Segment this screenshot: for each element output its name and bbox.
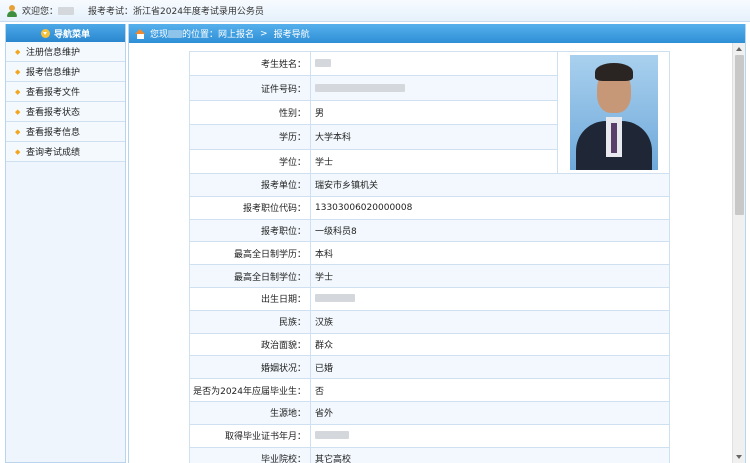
- scroll-thumb[interactable]: [735, 55, 744, 215]
- table-row: 政治面貌： 群众: [189, 332, 670, 357]
- top-bar: 欢迎您： 报考考试：浙江省2024年度考试录用公务员: [0, 0, 750, 22]
- sidebar-item-register-info[interactable]: ◆ 注册信息维护: [6, 42, 125, 62]
- redacted-value: [315, 294, 355, 303]
- welcome-label: 欢迎您：: [22, 7, 59, 17]
- field-value: 学士: [310, 264, 670, 288]
- field-label: 最高全日制学位：: [189, 264, 311, 288]
- bullet-icon: ◆: [15, 88, 21, 96]
- table-row: 生源地： 省外: [189, 400, 670, 425]
- main-panel: 您现 的位置：网上报名 > 报考导航 考生姓名： 证件号码： 性别：男学历： 大学本科…: [128, 24, 746, 463]
- field-value: 省外: [310, 400, 670, 425]
- field-label: 婚姻状况：: [189, 355, 311, 380]
- user-icon: [6, 4, 18, 17]
- redacted-value: [315, 59, 331, 68]
- field-label: 取得毕业证书年月：: [189, 423, 311, 448]
- scroll-up-icon[interactable]: [736, 47, 742, 51]
- field-label: 报考职位代码：: [189, 195, 311, 220]
- field-label: 是否为2024年应届毕业生：: [189, 378, 311, 402]
- sidebar: 导航菜单 ◆ 注册信息维护 ◆ 报考信息维护 ◆ 查看报考文件 ◆ 查看报考状态 ◆ 查看…: [5, 24, 126, 463]
- table-row: 毕业院校： 其它高校: [189, 446, 670, 463]
- field-value: 大学本科: [310, 124, 558, 150]
- field-value: 学士: [310, 148, 558, 175]
- table-row: 考生姓名：: [189, 50, 670, 174]
- photo-cell: [557, 51, 670, 174]
- field-value: [310, 75, 558, 101]
- table-row: 报考职位： 一级科员8: [189, 218, 670, 243]
- field-value: [310, 50, 558, 77]
- field-label: 毕业院校：: [189, 446, 311, 463]
- field-label: 民族：: [189, 309, 311, 334]
- table-row: 是否为2024年应届毕业生：否: [189, 378, 670, 402]
- sidebar-item-view-application[interactable]: ◆ 查看报考信息: [6, 122, 125, 142]
- table-row: 报考单位： 瑞安市乡镇机关: [189, 173, 670, 197]
- redacted-value: [315, 431, 349, 440]
- applicant-info-table: 考生姓名： 证件号码： 性别：男学历： 大学本科 学位： 学士 报考单位： 瑞安市乡镇机关 报考…: [189, 50, 670, 463]
- sidebar-item-application-files[interactable]: ◆ 查看报考文件: [6, 82, 125, 102]
- table-row: 报考职位代码： 13303006020000008: [189, 195, 670, 220]
- field-label: 生源地：: [189, 400, 311, 425]
- exam-label: 报考考试：浙江省2024年度考试录用公务员: [88, 7, 264, 17]
- breadcrumb-current: 报考导航: [273, 30, 310, 40]
- field-label: 学历：: [189, 124, 311, 150]
- field-label: 政治面貌：: [189, 332, 311, 357]
- breadcrumb: 您现 的位置：网上报名 > 报考导航: [129, 24, 745, 43]
- content-area: 考生姓名： 证件号码： 性别：男学历： 大学本科 学位： 学士 报考单位： 瑞安市乡镇机关 报考…: [129, 43, 733, 463]
- field-label: 证件号码：: [189, 75, 311, 101]
- field-label: 学位：: [189, 148, 311, 175]
- field-label: 考生姓名：: [189, 50, 311, 77]
- table-row: 婚姻状况： 已婚: [189, 355, 670, 380]
- scroll-down-icon[interactable]: [736, 455, 742, 459]
- nav-menu-title: 导航菜单: [6, 24, 125, 42]
- field-label: 出生日期：: [189, 286, 311, 311]
- field-value: 一级科员8: [310, 218, 670, 243]
- field-value: 男: [310, 99, 558, 126]
- bullet-icon: ◆: [15, 108, 21, 116]
- field-value: 本科: [310, 241, 670, 266]
- bullet-icon: ◆: [15, 48, 21, 56]
- field-label: 报考职位：: [189, 218, 311, 243]
- table-row: 最高全日制学位： 学士: [189, 264, 670, 288]
- bullet-icon: ◆: [15, 148, 21, 156]
- field-value: 汉族: [310, 309, 670, 334]
- bullet-icon: ◆: [15, 68, 21, 76]
- table-row: 取得毕业证书年月：: [189, 423, 670, 448]
- sidebar-item-application-info[interactable]: ◆ 报考信息维护: [6, 62, 125, 82]
- field-value: [310, 286, 670, 311]
- field-value: [310, 423, 670, 448]
- sidebar-item-application-status[interactable]: ◆ 查看报考状态: [6, 102, 125, 122]
- vertical-scrollbar[interactable]: [732, 43, 745, 463]
- sidebar-item-exam-scores[interactable]: ◆ 查询考试成绩: [6, 142, 125, 162]
- chevron-down-icon: [40, 28, 50, 38]
- table-row: 最高全日制学历： 本科: [189, 241, 670, 266]
- field-value: 其它高校: [310, 446, 670, 463]
- field-label: 报考单位：: [189, 173, 311, 197]
- field-value: 13303006020000008: [310, 195, 670, 220]
- field-value: 瑞安市乡镇机关: [310, 173, 670, 197]
- redacted-text: [168, 29, 183, 38]
- table-row: 出生日期：: [189, 286, 670, 311]
- field-value: 否: [310, 378, 670, 402]
- field-label: 性别：: [189, 99, 311, 126]
- field-label: 最高全日制学历：: [189, 241, 311, 266]
- redacted-username: [58, 6, 75, 15]
- home-icon: [135, 28, 146, 39]
- redacted-value: [315, 83, 405, 92]
- field-value: 群众: [310, 332, 670, 357]
- table-row: 民族： 汉族: [189, 309, 670, 334]
- bullet-icon: ◆: [15, 128, 21, 136]
- field-value: 已婚: [310, 355, 670, 380]
- applicant-photo: [569, 55, 658, 170]
